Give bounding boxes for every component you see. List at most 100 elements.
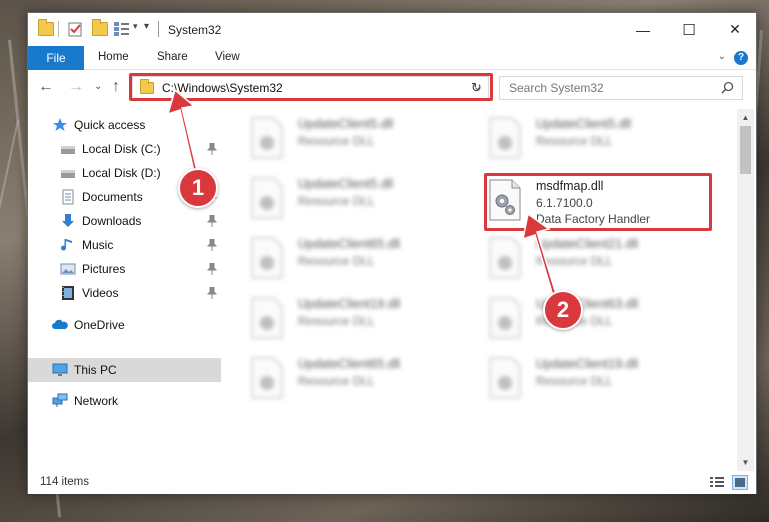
step-2-badge: 2: [543, 290, 583, 330]
up-arrow-icon[interactable]: ↑: [112, 78, 120, 96]
minimize-button[interactable]: —: [620, 13, 666, 46]
qat-customize-icon[interactable]: ▾: [144, 21, 149, 32]
file-list: UpdateClient5.dll Resource DLL UpdateCli…: [222, 109, 738, 469]
back-arrow-icon[interactable]: ←: [38, 78, 54, 96]
file-item[interactable]: UpdateClient65.dll Resource DLL: [250, 235, 490, 287]
file-name: msdfmap.dll: [536, 179, 604, 193]
pictures-icon: [60, 261, 76, 277]
folder-icon: [38, 19, 54, 36]
sidebar-item-videos[interactable]: Videos: [28, 281, 221, 305]
sidebar-item-label: Music: [82, 238, 114, 252]
pin-icon[interactable]: [207, 239, 217, 251]
music-icon: [60, 237, 76, 253]
file-type: Resource DLL: [536, 134, 613, 148]
dll-file-icon: [251, 357, 283, 399]
properties-icon[interactable]: [68, 21, 83, 37]
maximize-button[interactable]: ☐: [666, 13, 712, 46]
file-name: UpdateClient19.dll: [536, 357, 639, 371]
file-type: Resource DLL: [298, 194, 375, 208]
file-type: Resource DLL: [536, 254, 613, 268]
sidebar-item-label: Local Disk (C:): [82, 142, 161, 156]
sidebar-item-label: Local Disk (D:): [82, 166, 161, 180]
dll-file-icon: [251, 237, 283, 279]
file-item[interactable]: UpdateClient21.dll Resource DLL: [488, 235, 728, 287]
recent-locations-icon[interactable]: ⌄: [94, 81, 102, 92]
file-item[interactable]: UpdateClient5.dll Resource DLL: [250, 175, 490, 227]
file-item-msdfmap[interactable]: msdfmap.dll 6.1.7100.0 Data Factory Hand…: [488, 177, 728, 229]
title-bar: ▾ ▾ System32 — ☐ ✕: [28, 13, 756, 46]
search-input[interactable]: Search System32: [499, 76, 743, 100]
navigation-pane: Quick access Local Disk (C:) Local Disk …: [28, 109, 221, 469]
dll-file-icon: [251, 117, 283, 159]
tab-view[interactable]: View: [215, 51, 240, 63]
forward-arrow-icon[interactable]: →: [68, 78, 84, 96]
file-type: Resource DLL: [298, 254, 375, 268]
file-item[interactable]: UpdateClient19.dll Resource DLL: [488, 355, 728, 407]
pin-icon[interactable]: [207, 143, 217, 155]
file-name: UpdateClient21.dll: [536, 237, 639, 251]
title-divider: [158, 21, 159, 37]
file-version: 6.1.7100.0: [536, 196, 593, 210]
dll-file-icon: [489, 297, 521, 339]
address-path[interactable]: C:\Windows\System32: [162, 81, 283, 95]
tab-home[interactable]: Home: [98, 51, 129, 63]
folder-icon: [140, 79, 154, 94]
scroll-up-icon[interactable]: ▲: [737, 109, 754, 126]
sidebar-item-pictures[interactable]: Pictures: [28, 257, 221, 281]
file-name: UpdateClient65.dll: [298, 237, 401, 251]
pin-icon[interactable]: [207, 287, 217, 299]
sidebar-item-local-disk-c[interactable]: Local Disk (C:): [28, 137, 221, 161]
file-name: UpdateClient19.dll: [298, 297, 401, 311]
scrollbar-thumb[interactable]: [740, 126, 751, 174]
file-name: UpdateClient5.dll: [298, 117, 394, 131]
qat-dropdown-icon[interactable]: ▾: [133, 21, 138, 32]
sidebar-item-label: Videos: [82, 286, 119, 300]
search-placeholder: Search System32: [509, 81, 604, 95]
file-name: UpdateClient5.dll: [298, 177, 394, 191]
sidebar-item-quick-access[interactable]: Quick access: [28, 113, 221, 137]
drive-icon: [60, 165, 76, 181]
file-item[interactable]: UpdateClient5.dll Resource DLL: [250, 115, 490, 167]
sidebar-item-music[interactable]: Music: [28, 233, 221, 257]
address-bar[interactable]: C:\Windows\System32 ⌄: [132, 76, 489, 100]
tab-file[interactable]: File: [28, 46, 84, 70]
details-view-icon[interactable]: [710, 476, 724, 489]
sidebar-item-label: Downloads: [82, 214, 142, 228]
refresh-button[interactable]: ↻: [465, 76, 489, 100]
sidebar-item-this-pc[interactable]: This PC: [28, 358, 221, 382]
file-item[interactable]: UpdateClient5.dll Resource DLL: [488, 115, 728, 167]
file-name: UpdateClient65.dll: [298, 357, 401, 371]
file-name: UpdateClient5.dll: [536, 117, 632, 131]
cloud-icon: [52, 317, 68, 333]
dll-file-icon: [489, 357, 521, 399]
dll-file-icon: [251, 177, 283, 219]
drive-icon: [60, 141, 76, 157]
videos-icon: [60, 285, 76, 301]
pin-icon[interactable]: [207, 263, 217, 275]
customize-view-icon[interactable]: [114, 22, 130, 36]
divider: [58, 21, 59, 37]
sidebar-item-label: Quick access: [74, 118, 146, 132]
navigation-bar: ← → ⌄ ↑ C:\Windows\System32 ⌄ ↻ Search S…: [28, 70, 756, 106]
help-icon[interactable]: ?: [734, 51, 748, 65]
sidebar-item-network[interactable]: Network: [28, 389, 221, 413]
large-icons-view-icon[interactable]: [732, 475, 748, 490]
sidebar-item-downloads[interactable]: Downloads: [28, 209, 221, 233]
search-icon[interactable]: [721, 81, 734, 94]
new-folder-icon[interactable]: [92, 19, 108, 36]
file-type: Resource DLL: [298, 314, 375, 328]
dll-file-icon: [489, 237, 521, 279]
refresh-icon: ↻: [471, 80, 482, 95]
pin-icon[interactable]: [207, 215, 217, 227]
step-1-badge: 1: [178, 168, 218, 208]
vertical-scrollbar[interactable]: ▲ ▼: [737, 109, 754, 471]
file-item[interactable]: UpdateClient63.dll Resource DLL: [488, 295, 728, 347]
file-item[interactable]: UpdateClient65.dll Resource DLL: [250, 355, 490, 407]
scroll-down-icon[interactable]: ▼: [737, 454, 754, 471]
close-button[interactable]: ✕: [712, 13, 758, 46]
expand-ribbon-icon[interactable]: ⌄: [718, 51, 726, 62]
file-item[interactable]: UpdateClient19.dll Resource DLL: [250, 295, 490, 347]
tab-share[interactable]: Share: [157, 51, 188, 63]
background-streak: [0, 120, 19, 414]
sidebar-item-onedrive[interactable]: OneDrive: [28, 313, 221, 337]
